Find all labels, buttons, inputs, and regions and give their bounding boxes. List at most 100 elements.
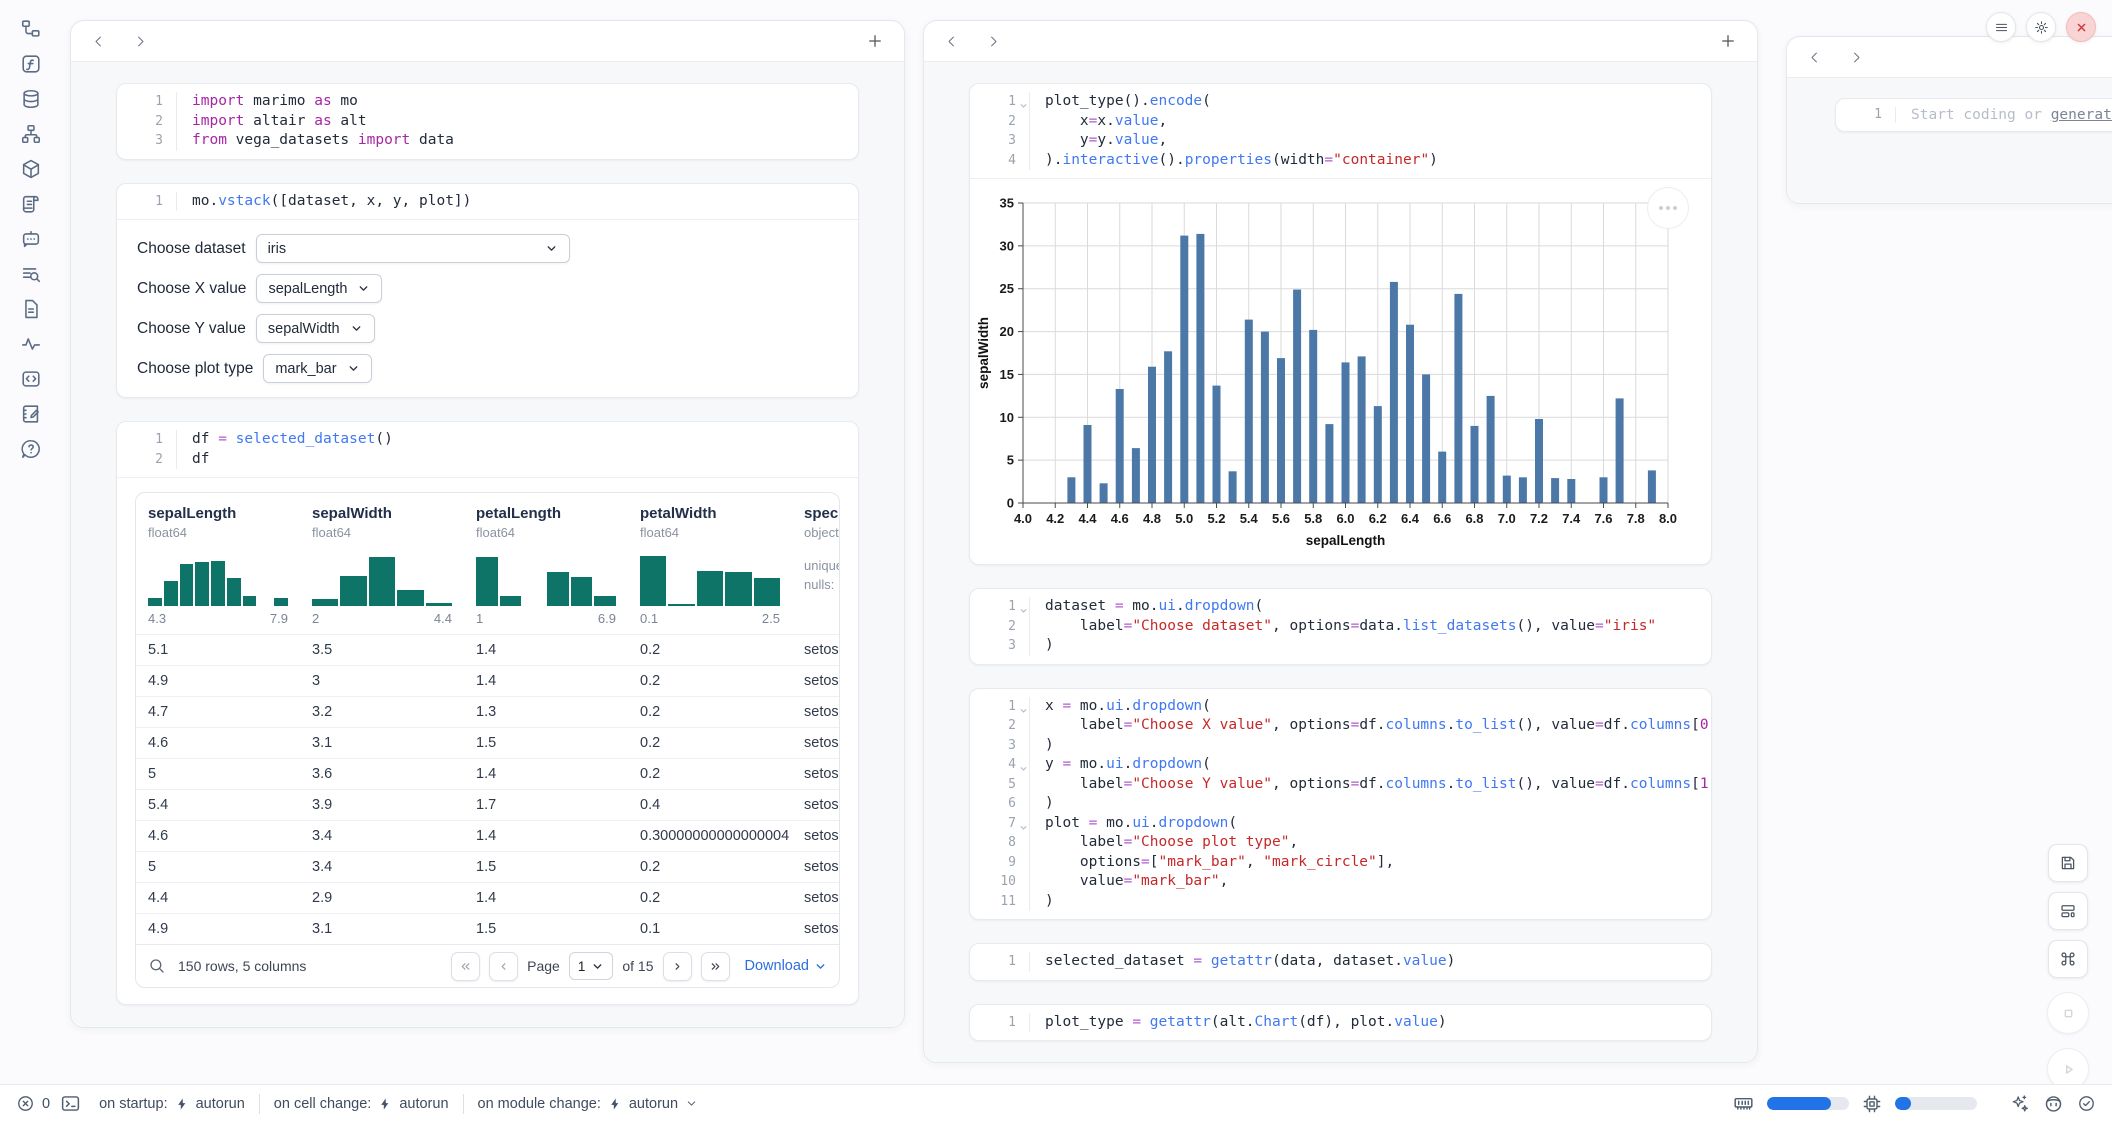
terminal-icon[interactable]	[60, 1093, 81, 1114]
table-row[interactable]: 4.63.41.40.30000000000000004setosa	[136, 820, 840, 851]
stop-button[interactable]	[2047, 992, 2089, 1034]
generate-link[interactable]: generate	[2051, 107, 2112, 123]
code-editor[interactable]: 1 df = selected_dataset() 2 df	[117, 422, 858, 477]
settings-gear-button[interactable]	[2026, 12, 2056, 42]
select-choose-plot-type[interactable]: mark_bar	[263, 354, 371, 383]
page-label: Page	[527, 958, 560, 974]
table-cell: setosa	[792, 790, 840, 820]
fold-chevron-icon[interactable]	[1019, 819, 1028, 828]
notebook-column-3: 1 Start coding or generate with	[1786, 36, 2112, 204]
table-cell: 1.5	[464, 728, 628, 758]
scratchpad-icon[interactable]	[20, 403, 42, 425]
table-row[interactable]: 53.41.50.2setosa	[136, 851, 840, 882]
select-choose-dataset[interactable]: iris	[256, 234, 570, 263]
snippets-icon[interactable]	[20, 368, 42, 390]
functions-icon[interactable]	[20, 53, 42, 75]
bar-chart[interactable]: 4.0 4.2 4.4 4.6 4.8 5.0 5.2 5.4 5.6 5.8 …	[976, 189, 1690, 555]
packages-icon[interactable]	[20, 158, 42, 180]
last-page-button[interactable]	[701, 952, 730, 981]
table-row[interactable]: 5.43.91.70.4setosa	[136, 789, 840, 820]
column-header-sepalWidth[interactable]: sepalWidthfloat64 24.4	[300, 493, 464, 634]
first-page-button[interactable]	[451, 952, 480, 981]
keyboard-shortcuts-button[interactable]	[2048, 940, 2088, 978]
fold-chevron-icon[interactable]	[1019, 702, 1028, 711]
file-tree-icon[interactable]	[20, 18, 42, 40]
error-count: 0	[42, 1096, 50, 1112]
menu-button[interactable]	[1986, 12, 2016, 42]
on-startup-setting[interactable]: on startup: autorun	[99, 1096, 245, 1112]
table-row[interactable]: 4.93.11.50.1setosa	[136, 913, 840, 944]
outline-search-icon[interactable]	[20, 263, 42, 285]
code-line: 3 )	[970, 636, 1711, 656]
chevron-right-icon[interactable]	[1849, 50, 1864, 65]
connection-status-icon[interactable]	[2077, 1094, 2096, 1113]
add-column-icon[interactable]	[866, 32, 884, 50]
code-editor[interactable]: 1 mo.vstack([dataset, x, y, plot])	[117, 184, 858, 220]
datasources-icon[interactable]	[20, 88, 42, 110]
column-header-sepalLength[interactable]: sepalLengthfloat64 4.37.9	[136, 493, 300, 634]
download-button[interactable]: Download	[745, 958, 828, 974]
column-histogram	[312, 550, 452, 606]
code-editor[interactable]: 1 x = mo.ui.dropdown( 2 label="Choose X …	[970, 689, 1711, 920]
control-row: Choose plot type mark_bar	[137, 354, 838, 383]
fold-chevron-icon[interactable]	[1019, 602, 1028, 611]
code-editor[interactable]: 1 selected_dataset = getattr(data, datas…	[970, 944, 1711, 980]
fold-chevron-icon[interactable]	[1019, 760, 1028, 769]
help-icon[interactable]	[20, 438, 42, 460]
line-number: 2	[970, 716, 1030, 736]
add-column-icon[interactable]	[1719, 32, 1737, 50]
page-select[interactable]: 1	[569, 952, 614, 980]
chart-bar	[1164, 351, 1172, 503]
chevron-left-icon[interactable]	[91, 34, 106, 49]
on-cell-change-setting[interactable]: on cell change: autorun	[274, 1096, 449, 1112]
table-cell: 0.2	[628, 697, 792, 727]
save-button[interactable]	[2048, 844, 2088, 882]
table-cell: 3	[300, 666, 464, 696]
code-editor[interactable]: 1 plot_type = getattr(alt.Chart(df), plo…	[970, 1005, 1711, 1041]
tracing-icon[interactable]	[20, 333, 42, 355]
svg-text:30: 30	[1000, 238, 1014, 253]
table-row[interactable]: 53.61.40.2setosa	[136, 758, 840, 789]
select-choose-x-value[interactable]: sepalLength	[256, 274, 382, 303]
svg-text:7.6: 7.6	[1594, 511, 1612, 526]
close-button[interactable]	[2066, 12, 2096, 42]
fold-chevron-icon[interactable]	[1019, 97, 1028, 106]
previous-page-button[interactable]	[489, 952, 518, 981]
column-header-petalWidth[interactable]: petalWidthfloat64 0.12.5	[628, 493, 792, 634]
chevron-right-icon[interactable]	[133, 34, 148, 49]
chart-bar	[1358, 356, 1366, 503]
logs-icon[interactable]	[20, 193, 42, 215]
column-header-petalLength[interactable]: petalLengthfloat64 16.9	[464, 493, 628, 634]
editor-placeholder[interactable]: Start coding or generate with	[1896, 107, 2112, 123]
layout-button[interactable]	[2048, 892, 2088, 930]
table-cell: 0.2	[628, 635, 792, 665]
code-editor[interactable]: 1 dataset = mo.ui.dropdown( 2 label="Cho…	[970, 589, 1711, 664]
table-cell: 5.1	[136, 635, 300, 665]
chat-icon[interactable]	[20, 228, 42, 250]
select-choose-y-value[interactable]: sepalWidth	[256, 314, 375, 343]
column-header-species[interactable]: speciesobject uniquenulls:	[792, 493, 840, 634]
ai-sparkles-icon[interactable]	[2009, 1093, 2030, 1114]
table-row[interactable]: 4.931.40.2setosa	[136, 665, 840, 696]
dependency-graph-icon[interactable]	[20, 123, 42, 145]
table-cell: 1.4	[464, 883, 628, 913]
documentation-icon[interactable]	[20, 298, 42, 320]
code-editor[interactable]: 1 import marimo as mo 2 import altair as…	[117, 84, 858, 159]
chevron-left-icon[interactable]	[944, 34, 959, 49]
chart-menu-button[interactable]	[1647, 187, 1689, 229]
next-page-button[interactable]	[663, 952, 692, 981]
table-row[interactable]: 4.73.21.30.2setosa	[136, 696, 840, 727]
chevron-right-icon[interactable]	[986, 34, 1001, 49]
chart-bar	[1084, 425, 1092, 503]
table-row[interactable]: 5.13.51.40.2setosa	[136, 634, 840, 665]
table-row[interactable]: 4.42.91.40.2setosa	[136, 882, 840, 913]
code-editor[interactable]: 1 plot_type().encode( 2 x=x.value, 3 y=y…	[970, 84, 1711, 178]
empty-code-cell[interactable]: 1 Start coding or generate with	[1835, 98, 2112, 132]
svg-text:5: 5	[1007, 453, 1014, 468]
chevron-left-icon[interactable]	[1807, 50, 1822, 65]
copilot-robot-icon[interactable]	[2043, 1093, 2064, 1114]
on-module-change-setting[interactable]: on module change: autorun	[478, 1096, 699, 1112]
table-row[interactable]: 4.63.11.50.2setosa	[136, 727, 840, 758]
errors-icon[interactable]	[16, 1094, 35, 1113]
search-icon[interactable]	[148, 957, 166, 975]
